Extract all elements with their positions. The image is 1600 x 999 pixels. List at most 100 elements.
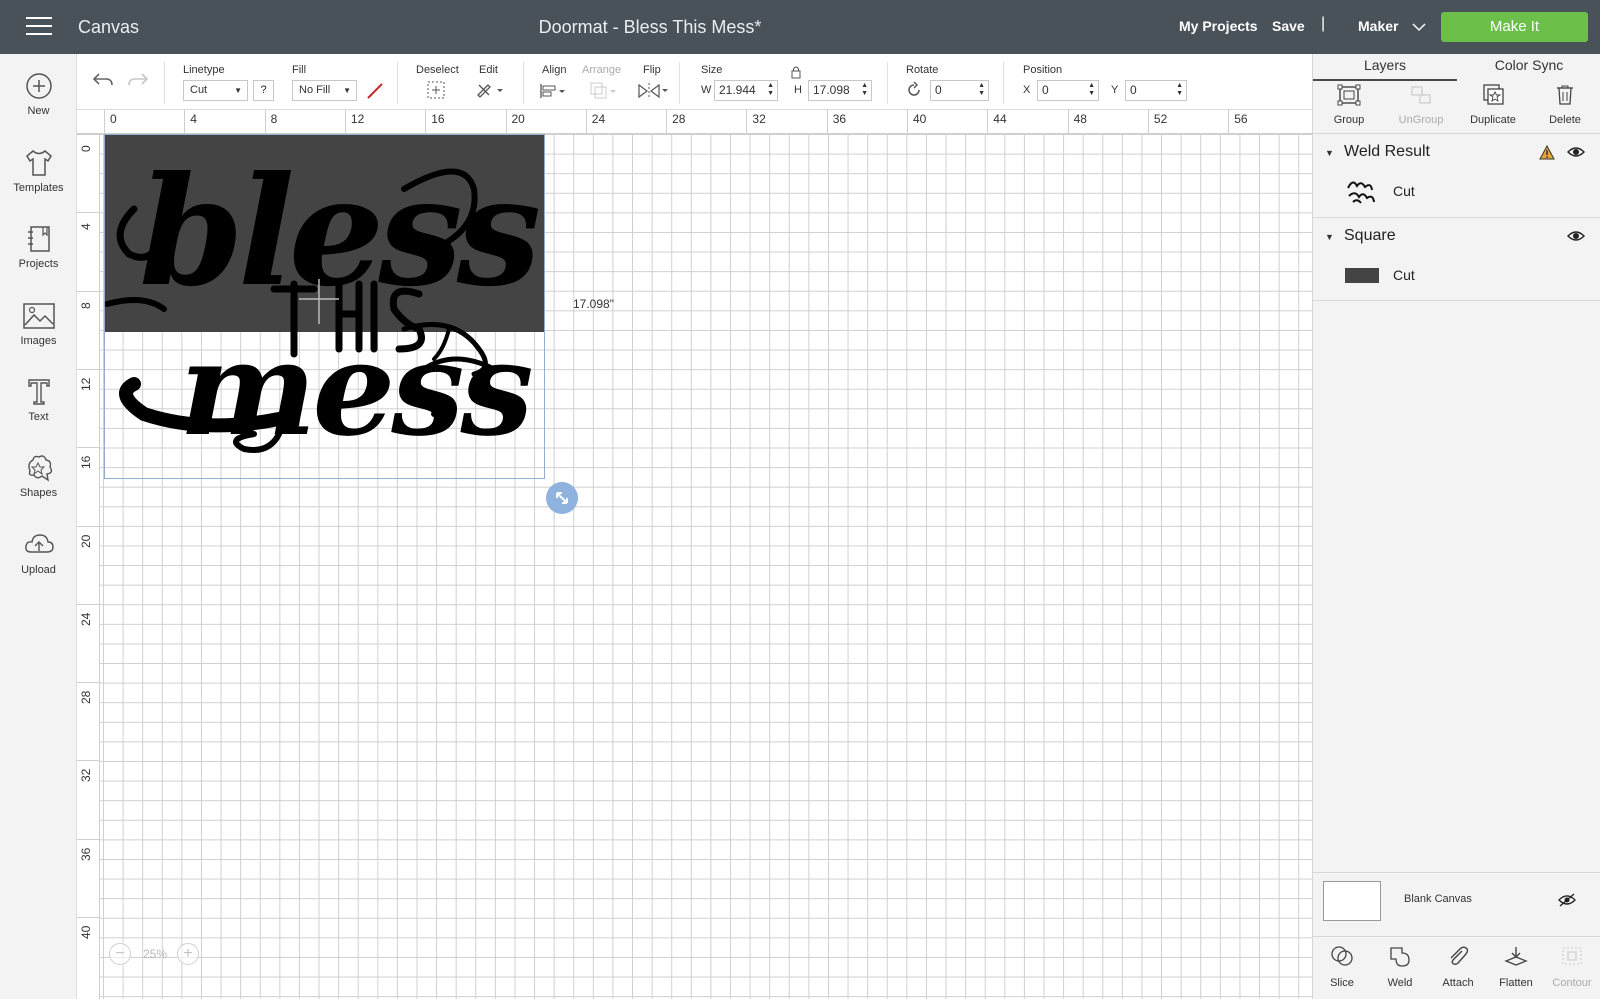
weld-button[interactable]: Weld [1371, 945, 1429, 989]
flip-icon[interactable] [637, 81, 671, 101]
image-icon [22, 303, 55, 329]
rotate-input[interactable]: 0 ▲ ▼ [930, 80, 989, 101]
tab-layers[interactable]: Layers [1313, 57, 1457, 81]
hidden-eye-icon[interactable] [1558, 893, 1576, 907]
align-icon[interactable] [539, 82, 569, 100]
text-t-icon [27, 379, 50, 405]
attach-button[interactable]: Attach [1429, 945, 1487, 989]
stepper-icon[interactable]: ▲ ▼ [1176, 82, 1183, 98]
layer-divider [1313, 217, 1600, 218]
sidebar-item-label: Images [20, 335, 57, 347]
linetype-help-button[interactable]: ? [253, 80, 274, 101]
layer-group-square[interactable]: ▼ Square [1313, 220, 1600, 252]
ruler-tick-label: 36 [79, 847, 93, 861]
lock-icon[interactable] [790, 65, 802, 79]
delete-label: Delete [1549, 114, 1581, 126]
my-projects-link[interactable]: My Projects [1179, 18, 1258, 34]
sidebar-item-projects[interactable]: Projects [0, 224, 77, 294]
ruler-tick-label: 16 [79, 455, 93, 470]
layer-item-weld-cut[interactable]: Cut [1313, 171, 1600, 211]
resize-handle-icon[interactable] [546, 482, 578, 514]
undo-icon[interactable] [92, 71, 114, 89]
ruler-tick [77, 603, 100, 605]
save-button[interactable]: Save [1272, 18, 1305, 34]
contour-label: Contour [1552, 977, 1592, 989]
paperclip-icon [1450, 946, 1469, 966]
ruler-tick [77, 290, 100, 292]
sidebar-item-new[interactable]: New [0, 71, 77, 141]
warning-icon[interactable] [1539, 145, 1555, 160]
duplicate-button[interactable]: Duplicate [1457, 84, 1529, 126]
fill-select[interactable]: No Fill ▼ [292, 80, 357, 101]
left-sidebar: New Templates Projects Images Text Shape… [0, 54, 77, 999]
position-label: Position [1023, 64, 1063, 76]
tab-color-sync[interactable]: Color Sync [1457, 57, 1600, 81]
ruler-tick [1067, 110, 1069, 133]
ruler-tick-label: 0 [110, 112, 117, 126]
layer-group-weld-result[interactable]: ▼ Weld Result [1313, 136, 1600, 168]
collapse-triangle-icon[interactable]: ▼ [1325, 232, 1334, 242]
make-it-button[interactable]: Make It [1441, 12, 1588, 42]
zoom-out-button[interactable]: − [109, 943, 131, 965]
zoom-level: 25% [143, 947, 168, 961]
stepper-icon[interactable]: ▲ ▼ [1088, 82, 1095, 98]
sidebar-item-upload[interactable]: Upload [0, 530, 77, 600]
blank-canvas-row: Blank Canvas [1313, 872, 1600, 936]
ruler-tick [77, 447, 100, 449]
stepper-icon[interactable]: ▲ ▼ [767, 82, 774, 98]
plus-circle-icon [25, 73, 52, 99]
ruler-tick-label: 12 [350, 112, 365, 126]
sidebar-item-shapes[interactable]: Shapes [0, 453, 77, 523]
ruler-tick-label: 32 [752, 112, 766, 126]
fill-label: Fill [292, 64, 307, 76]
layer-item-square-cut[interactable]: Cut [1313, 255, 1600, 295]
ungroup-label: UnGroup [1398, 114, 1444, 126]
machine-selector[interactable]: Maker [1358, 18, 1426, 34]
ruler-tick-label: 12 [79, 377, 93, 391]
redo-icon[interactable] [127, 71, 149, 89]
layer-name: Square [1344, 227, 1396, 244]
flatten-button[interactable]: Flatten [1487, 945, 1545, 989]
ruler-tick-label: 4 [79, 223, 93, 231]
stepper-icon[interactable]: ▲ ▼ [978, 82, 985, 98]
edit-tools-icon[interactable] [475, 80, 505, 100]
ruler-tick-label: 8 [270, 112, 278, 126]
sidebar-item-label: Templates [13, 182, 64, 194]
dropdown-arrow-icon: ▼ [234, 86, 242, 95]
sidebar-item-text[interactable]: Text [0, 377, 77, 447]
visibility-eye-icon[interactable] [1567, 146, 1585, 158]
width-value: 21.944 [719, 83, 756, 97]
x-position-input[interactable]: 0 ▲ ▼ [1037, 80, 1099, 101]
dropdown-arrow-icon: ▼ [343, 86, 351, 95]
chevron-down-icon [1412, 23, 1426, 31]
sidebar-item-templates[interactable]: Templates [0, 148, 77, 218]
layers-panel: Layers Color Sync Group UnGroup Duplicat… [1312, 54, 1600, 999]
ruler-tick [1147, 110, 1149, 133]
height-input[interactable]: 17.098 ▲ ▼ [808, 80, 872, 101]
blank-canvas-swatch[interactable] [1323, 881, 1381, 921]
visibility-eye-icon[interactable] [1567, 230, 1585, 242]
rotate-icon[interactable] [905, 81, 923, 99]
sidebar-item-label: Upload [21, 564, 56, 576]
sidebar-item-images[interactable]: Images [0, 301, 77, 371]
collapse-triangle-icon[interactable]: ▼ [1325, 148, 1334, 158]
fill-color-swatch-icon[interactable] [365, 81, 385, 101]
linetype-select[interactable]: Cut ▼ [183, 80, 248, 101]
y-position-input[interactable]: 0 ▲ ▼ [1125, 80, 1187, 101]
duplicate-icon [1483, 84, 1504, 105]
ruler-tick [77, 682, 100, 684]
sidebar-item-label: Projects [18, 258, 59, 270]
deselect-icon[interactable] [426, 80, 446, 100]
width-input[interactable]: 21.944 ▲ ▼ [714, 80, 778, 101]
ruler-tick [77, 212, 100, 214]
ungroup-icon [1411, 86, 1431, 104]
slice-button[interactable]: Slice [1313, 945, 1371, 989]
weld-label: Weld [1387, 977, 1413, 989]
delete-button[interactable]: Delete [1529, 84, 1600, 126]
machine-label: Maker [1358, 18, 1399, 34]
ruler-tick-label: 16 [431, 112, 445, 126]
group-button[interactable]: Group [1313, 84, 1385, 126]
zoom-in-button[interactable]: + [177, 943, 199, 965]
linetype-label: Linetype [183, 64, 225, 76]
stepper-icon[interactable]: ▲ ▼ [861, 82, 868, 98]
